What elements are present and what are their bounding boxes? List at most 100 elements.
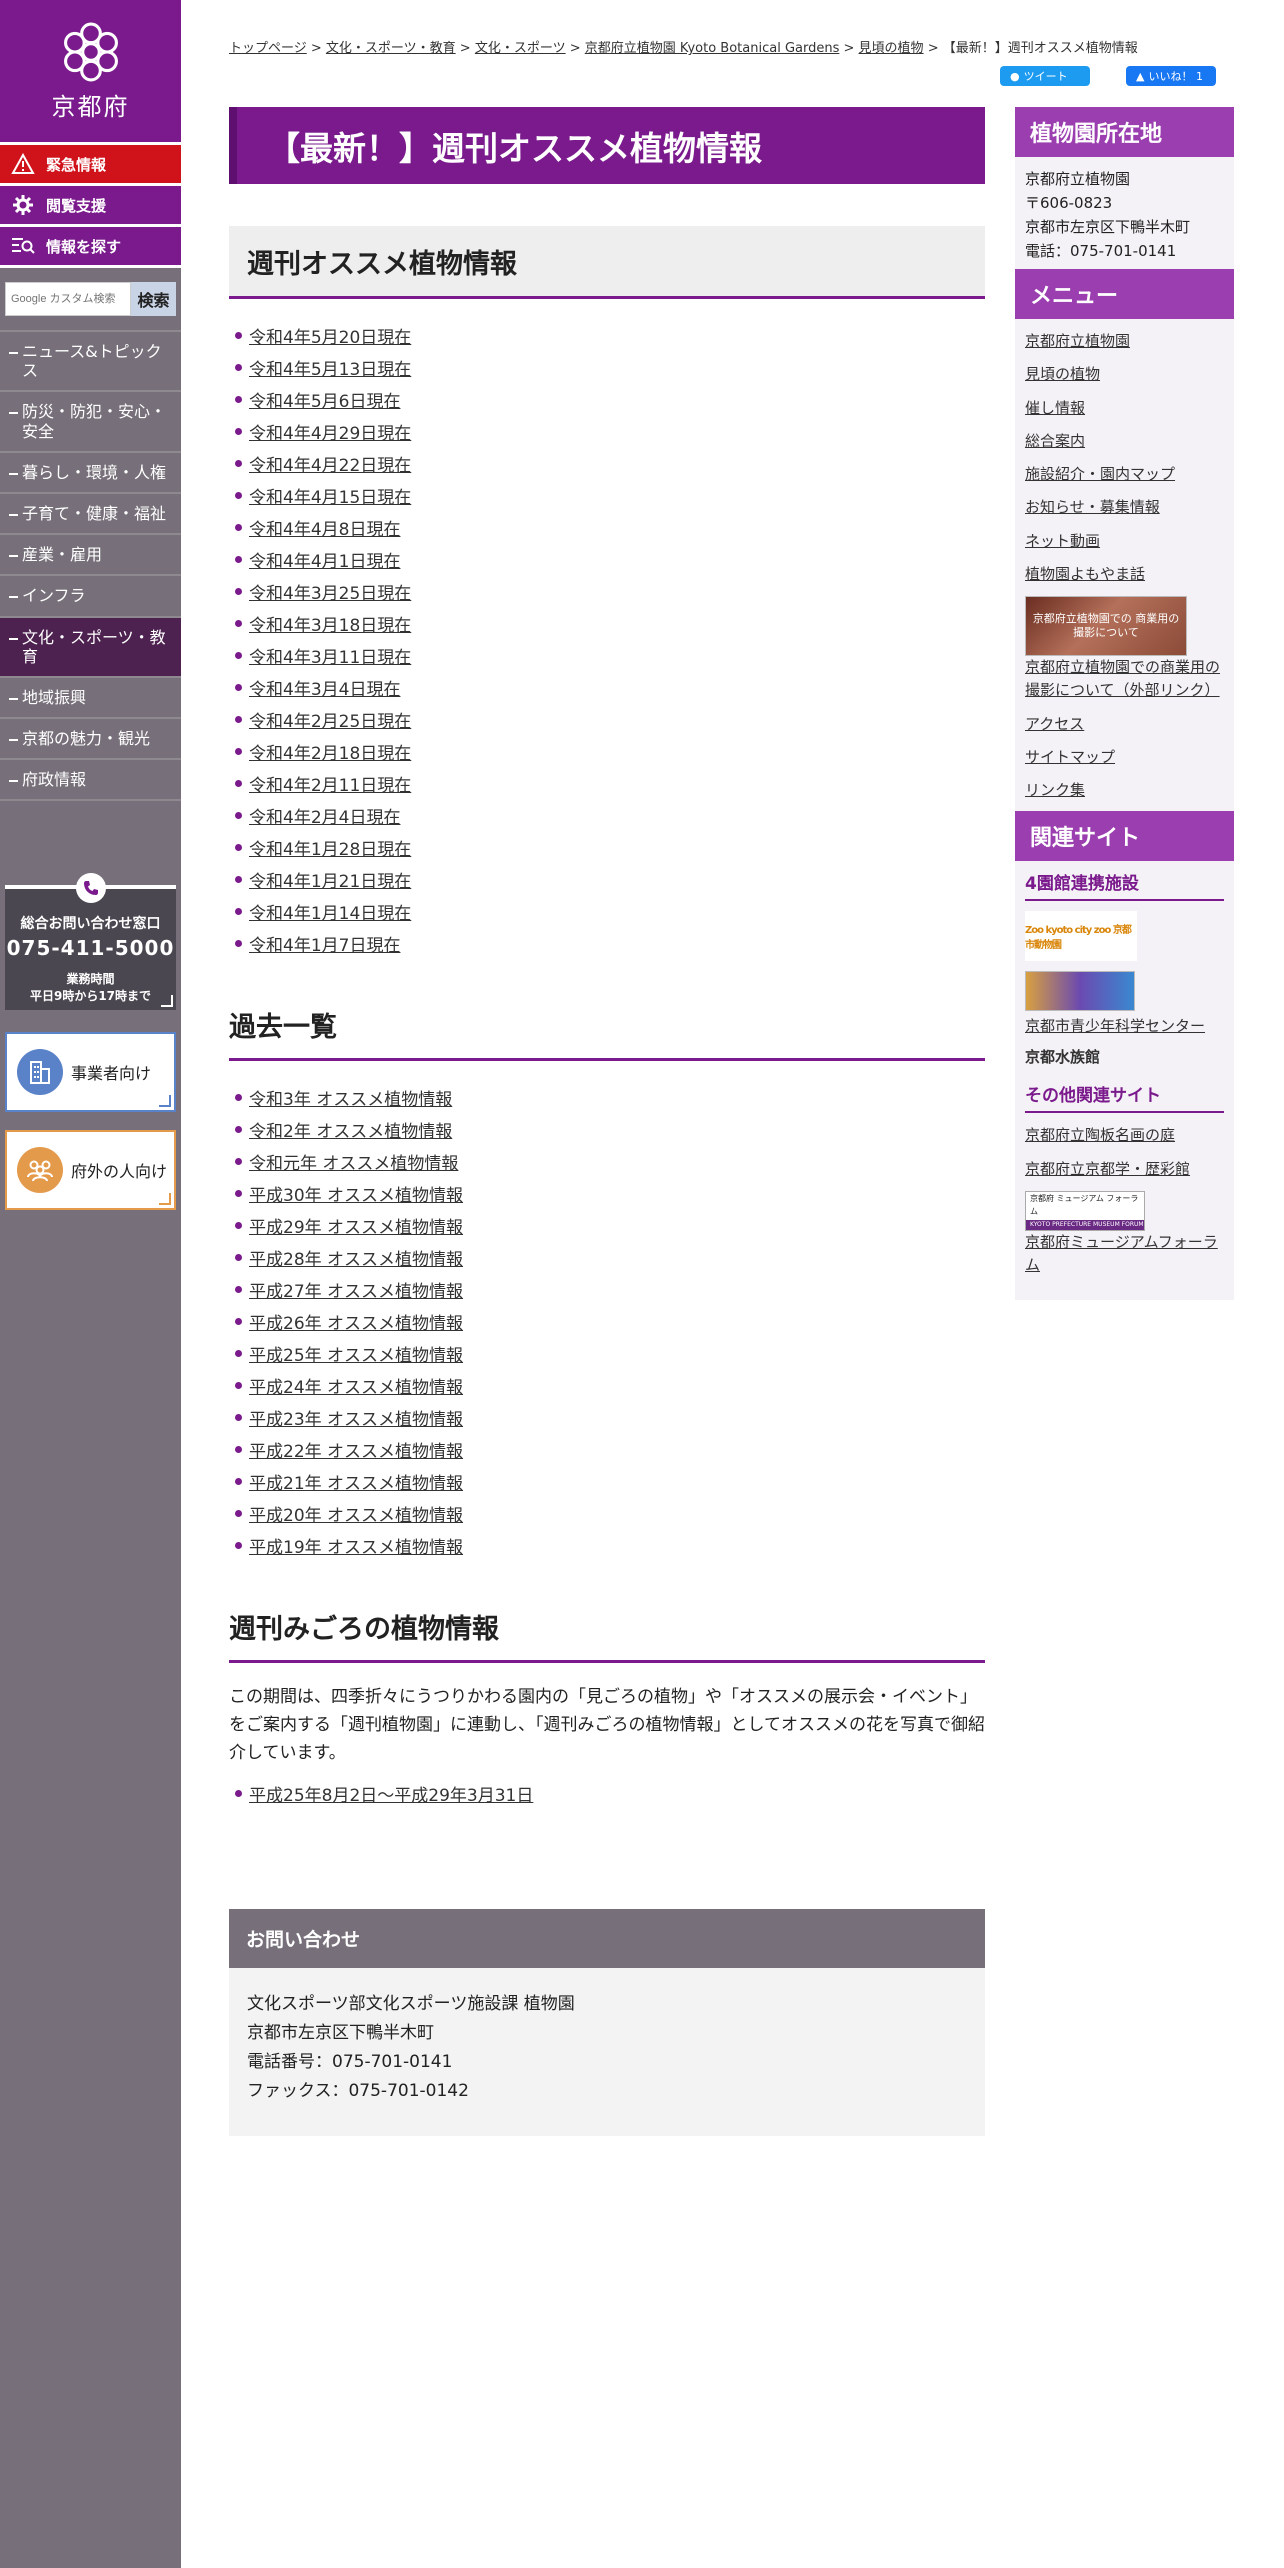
archive-link[interactable]: 平成20年 オススメ植物情報 xyxy=(249,1501,463,1526)
nav-item-government[interactable]: 府政情報 xyxy=(0,760,181,802)
list-item: 令和4年4月22日現在 xyxy=(229,447,985,479)
tweet-button[interactable]: ● ツイート xyxy=(1000,66,1090,86)
menu-link-commercial-filming[interactable]: 京都府立植物園での商業用の撮影について（外部リンク） xyxy=(1025,658,1220,699)
menu-link-events[interactable]: 催し情報 xyxy=(1025,399,1085,417)
archive-link[interactable]: 令和2年 オススメ植物情報 xyxy=(249,1117,452,1142)
archive-link[interactable]: 平成21年 オススメ植物情報 xyxy=(249,1469,463,1494)
nav-item-culture[interactable]: 文化・スポーツ・教育 xyxy=(0,617,181,678)
list-item: 催し情報 xyxy=(1025,392,1224,425)
museum-forum-logo[interactable]: 京都府 ミュージアム フォーラム KYOTO PREFECTURE MUSEUM… xyxy=(1025,1190,1145,1231)
commercial-filming-banner[interactable]: 京都府立植物園での 商業用の撮影について xyxy=(1025,596,1187,656)
menu-link-videos[interactable]: ネット動画 xyxy=(1025,532,1100,550)
search-input[interactable] xyxy=(5,282,131,316)
archive-link[interactable]: 平成29年 オススメ植物情報 xyxy=(249,1213,463,1238)
menu-link-stories[interactable]: 植物園よもやま話 xyxy=(1025,565,1145,583)
nav-item-industry[interactable]: 産業・雇用 xyxy=(0,535,181,577)
search-button[interactable]: 検索 xyxy=(131,282,176,316)
archive-link[interactable]: 平成24年 オススメ植物情報 xyxy=(249,1373,463,1398)
archive-link[interactable]: 平成26年 オススメ植物情報 xyxy=(249,1309,463,1334)
kyoto-library-link[interactable]: 京都府立京都学・歴彩館 xyxy=(1025,1160,1190,1178)
menu-link-access[interactable]: アクセス xyxy=(1025,715,1084,733)
weekly-link[interactable]: 令和4年4月15日現在 xyxy=(249,483,411,508)
general-contact-box[interactable]: 総合お問い合わせ窓口 075-411-5000 業務時間 平日9時から17時まで xyxy=(5,873,176,1010)
breadcrumb-link-culture-sports-education[interactable]: 文化・スポーツ・教育 xyxy=(326,41,456,56)
weekly-link[interactable]: 令和4年3月11日現在 xyxy=(249,643,411,668)
seasonal-link[interactable]: 平成25年8月2日～平成29年3月31日 xyxy=(249,1781,533,1806)
menu-link-general-info[interactable]: 総合案内 xyxy=(1025,432,1085,450)
list-item: 見頃の植物 xyxy=(1025,358,1224,391)
archive-link[interactable]: 平成27年 オススメ植物情報 xyxy=(249,1277,463,1302)
weekly-link[interactable]: 令和4年4月29日現在 xyxy=(249,419,411,444)
list-item: 施設紹介・園内マップ xyxy=(1025,458,1224,491)
science-center-banner[interactable] xyxy=(1025,971,1135,1012)
ceramic-garden-link[interactable]: 京都府立陶板名画の庭 xyxy=(1025,1126,1175,1144)
science-center-link[interactable]: 京都市青少年科学センター xyxy=(1025,1017,1205,1035)
weekly-link[interactable]: 令和4年2月4日現在 xyxy=(249,803,400,828)
menu-link-facilities-map[interactable]: 施設紹介・園内マップ xyxy=(1025,465,1175,483)
weekly-link[interactable]: 令和4年3月25日現在 xyxy=(249,579,411,604)
nav-item-news[interactable]: ニュース&トピックス xyxy=(0,332,181,393)
menu-link-sitemap[interactable]: サイトマップ xyxy=(1025,748,1115,766)
breadcrumb-link-culture-sports[interactable]: 文化・スポーツ xyxy=(475,41,566,56)
for-business-button[interactable]: 事業者向け xyxy=(5,1032,176,1112)
weekly-link[interactable]: 令和4年1月7日現在 xyxy=(249,931,400,956)
page-title: 【最新！】週刊オススメ植物情報 xyxy=(229,107,985,184)
weekly-link[interactable]: 令和4年5月20日現在 xyxy=(249,323,411,348)
facebook-like-button[interactable]: ▲ いいね！ 1 xyxy=(1126,66,1216,86)
for-outside-residents-button[interactable]: 府外の人向け xyxy=(5,1130,176,1210)
seasonal-description: この期間は、四季折々にうつりかわる園内の「見ごろの植物」や「オススメの展示会・イ… xyxy=(229,1687,985,1764)
archive-link[interactable]: 令和元年 オススメ植物情報 xyxy=(249,1149,458,1174)
nav-item-living[interactable]: 暮らし・環境・人権 xyxy=(0,453,181,494)
weekly-link[interactable]: 令和4年3月18日現在 xyxy=(249,611,411,636)
archive-link[interactable]: 平成28年 オススメ植物情報 xyxy=(249,1245,463,1270)
weekly-link[interactable]: 令和4年1月14日現在 xyxy=(249,899,411,924)
list-item: 令和元年 オススメ植物情報 xyxy=(229,1145,985,1177)
browse-support-button[interactable]: 閲覧支援 xyxy=(0,186,181,227)
archive-link[interactable]: 平成25年 オススメ植物情報 xyxy=(249,1341,463,1366)
kyoto-zoo-logo[interactable]: Zoo kyoto city zoo 京都市動物園 xyxy=(1025,911,1137,962)
breadcrumb-current: 【最新！】週刊オススメ植物情報 xyxy=(942,41,1138,56)
find-info-button[interactable]: 情報を探す xyxy=(0,227,181,268)
contact-hours: 平日9時から17時まで xyxy=(29,989,152,1003)
nav-item-tourism[interactable]: 京都の魅力・観光 xyxy=(0,719,181,761)
archive-link[interactable]: 平成30年 オススメ植物情報 xyxy=(249,1181,463,1206)
breadcrumb-link-botanical-gardens[interactable]: 京都府立植物園 Kyoto Botanical Gardens xyxy=(585,41,840,56)
archive-link[interactable]: 令和3年 オススメ植物情報 xyxy=(249,1085,452,1110)
nav-item-safety[interactable]: 防災・防犯・安心・安全 xyxy=(0,392,181,453)
list-item: 京都府立京都学・歴彩館 xyxy=(1025,1153,1224,1186)
weekly-link[interactable]: 令和4年2月11日現在 xyxy=(249,771,411,796)
menu-link-notices[interactable]: お知らせ・募集情報 xyxy=(1025,498,1160,516)
weekly-link[interactable]: 令和4年4月1日現在 xyxy=(249,547,400,572)
list-item: 令和4年1月28日現在 xyxy=(229,831,985,863)
aquarium-link[interactable]: 京都水族館 xyxy=(1025,1048,1100,1066)
weekly-link[interactable]: 令和4年3月4日現在 xyxy=(249,675,400,700)
weekly-link[interactable]: 令和4年2月25日現在 xyxy=(249,707,411,732)
weekly-link[interactable]: 令和4年4月22日現在 xyxy=(249,451,411,476)
weekly-link[interactable]: 令和4年2月18日現在 xyxy=(249,739,411,764)
find-info-label: 情報を探す xyxy=(46,237,122,256)
other-related-links: 京都府立陶板名画の庭 京都府立京都学・歴彩館 京都府 ミュージアム フォーラム … xyxy=(1015,1113,1234,1286)
emergency-info-button[interactable]: 緊急情報 xyxy=(0,145,181,186)
weekly-link[interactable]: 令和4年5月6日現在 xyxy=(249,387,400,412)
category-nav: ニュース&トピックス 防災・防犯・安心・安全 暮らし・環境・人権 子育て・健康・… xyxy=(0,330,181,802)
weekly-link[interactable]: 令和4年4月8日現在 xyxy=(249,515,400,540)
menu-link-botanical-garden[interactable]: 京都府立植物園 xyxy=(1025,332,1130,350)
museum-forum-link[interactable]: 京都府ミュージアムフォーラム xyxy=(1025,1233,1218,1274)
weekly-link[interactable]: 令和4年1月28日現在 xyxy=(249,835,411,860)
partner-facilities: Zoo kyoto city zoo 京都市動物園 京都市青少年科学センター 京… xyxy=(1015,901,1234,1067)
weekly-link[interactable]: 令和4年5月13日現在 xyxy=(249,355,411,380)
list-item: 令和4年5月20日現在 xyxy=(229,319,985,351)
site-logo[interactable]: 京都府 xyxy=(0,0,181,145)
nav-item-regional[interactable]: 地域振興 xyxy=(0,678,181,720)
menu-link-links[interactable]: リンク集 xyxy=(1025,781,1085,799)
menu-links: 京都府立植物園 見頃の植物 催し情報 総合案内 施設紹介・園内マップ お知らせ・… xyxy=(1015,319,1234,811)
breadcrumb-link-top[interactable]: トップページ xyxy=(229,41,307,56)
nav-item-childcare[interactable]: 子育て・健康・福祉 xyxy=(0,494,181,536)
nav-item-infrastructure[interactable]: インフラ xyxy=(0,576,181,618)
archive-link[interactable]: 平成19年 オススメ植物情報 xyxy=(249,1533,463,1558)
archive-link[interactable]: 平成23年 オススメ植物情報 xyxy=(249,1405,463,1430)
menu-link-seasonal-plants[interactable]: 見頃の植物 xyxy=(1025,365,1100,383)
weekly-link[interactable]: 令和4年1月21日現在 xyxy=(249,867,411,892)
archive-link[interactable]: 平成22年 オススメ植物情報 xyxy=(249,1437,463,1462)
breadcrumb-link-seasonal-plants[interactable]: 見頃の植物 xyxy=(859,41,924,56)
